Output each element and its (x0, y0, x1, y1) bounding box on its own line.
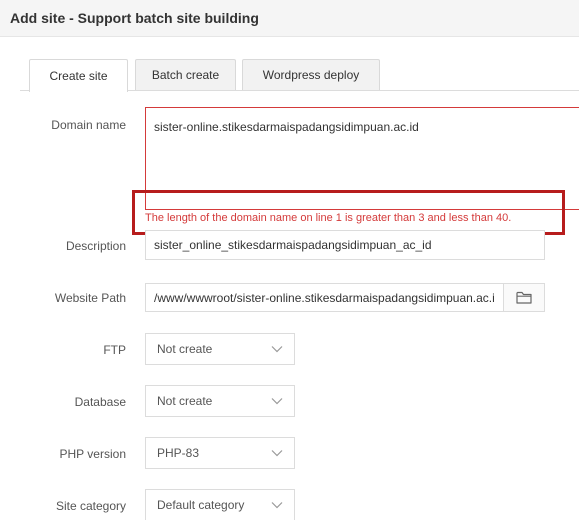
add-site-dialog: Add site - Support batch site building C… (0, 0, 579, 520)
php-version-selected: PHP-83 (157, 446, 200, 460)
php-version-select[interactable]: PHP-83 (145, 437, 295, 469)
domain-label: Domain name (51, 118, 126, 132)
dialog-title-bar: Add site - Support batch site building (0, 0, 579, 37)
tab-label: Wordpress deploy (262, 68, 360, 82)
website-path-label: Website Path (54, 291, 126, 305)
error-highlight-box (132, 190, 565, 235)
description-value: sister_online_stikesdarmaispadangsidimpu… (154, 238, 432, 252)
chevron-down-icon (271, 502, 283, 509)
tab-label: Create site (49, 69, 108, 83)
site-category-select[interactable]: Default category (145, 489, 295, 520)
domain-value: sister-online.stikesdarmaispadangsidimpu… (154, 120, 419, 134)
chevron-down-icon (271, 450, 283, 457)
php-version-label: PHP version (59, 447, 126, 461)
ftp-selected: Not create (157, 342, 213, 356)
website-path-value: /www/wwwroot/sister-online.stikesdarmais… (154, 290, 495, 305)
tab-create-site[interactable]: Create site (29, 59, 128, 92)
ftp-label: FTP (103, 343, 126, 357)
ftp-select[interactable]: Not create (145, 333, 295, 365)
tab-label: Batch create (151, 68, 220, 82)
tab-batch-create[interactable]: Batch create (135, 59, 236, 90)
description-label: Description (65, 239, 126, 253)
website-path-input[interactable]: /www/wwwroot/sister-online.stikesdarmais… (145, 283, 504, 312)
chevron-down-icon (271, 346, 283, 353)
site-category-selected: Default category (157, 498, 245, 512)
site-category-label: Site category (55, 499, 126, 513)
database-selected: Not create (157, 394, 213, 408)
description-input[interactable]: sister_online_stikesdarmaispadangsidimpu… (145, 230, 545, 260)
dialog-title: Add site - Support batch site building (10, 10, 259, 26)
folder-icon (516, 291, 532, 304)
chevron-down-icon (271, 398, 283, 405)
tab-wordpress-deploy[interactable]: Wordpress deploy (242, 59, 380, 90)
browse-folder-button[interactable] (503, 283, 545, 312)
database-select[interactable]: Not create (145, 385, 295, 417)
database-label: Database (74, 395, 126, 409)
